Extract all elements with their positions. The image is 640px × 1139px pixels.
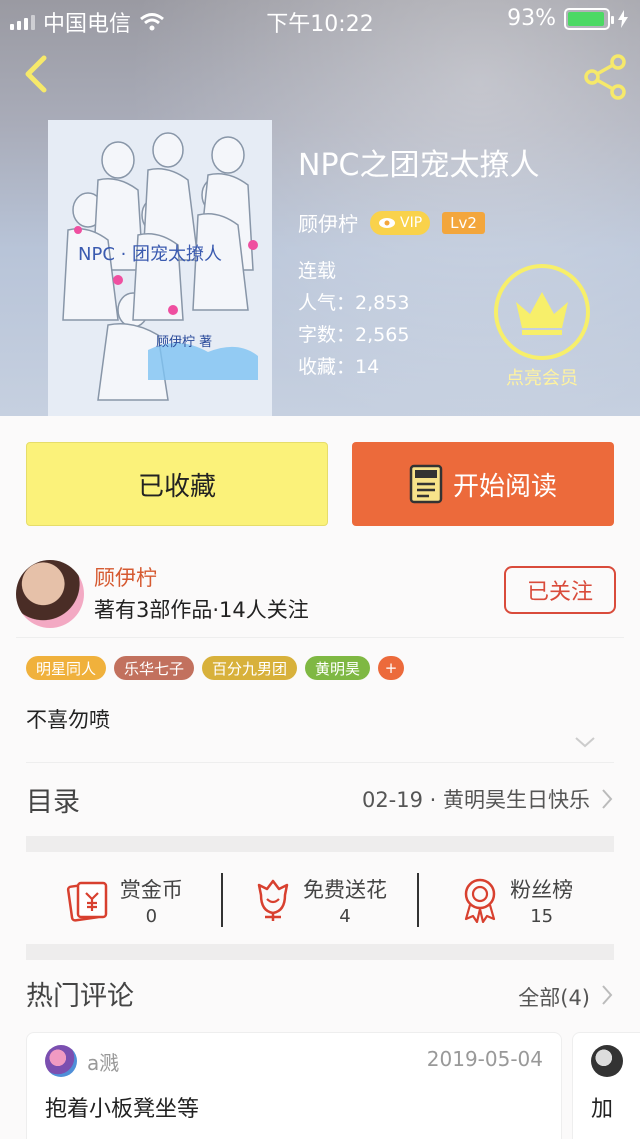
- reward-coins[interactable]: 赏金币 0: [26, 856, 221, 944]
- popularity-label: 人气：: [298, 292, 356, 314]
- ranking-text: 粉丝榜 15: [510, 874, 573, 927]
- battery-percent: 93%: [507, 6, 556, 31]
- all-comments-link[interactable]: 全部(4): [518, 982, 590, 1012]
- tag[interactable]: 乐华七子: [114, 656, 195, 680]
- book-title: NPC之团宠太撩人: [298, 148, 540, 183]
- member-ring: [494, 264, 590, 360]
- tag[interactable]: 黄明昊: [305, 656, 371, 680]
- level-badge: Lv2: [442, 211, 485, 234]
- support-stats: 赏金币 0 免费送花 4 粉丝榜 15: [26, 856, 614, 944]
- book-author-line: 顾伊柠 VIP Lv2: [298, 208, 628, 237]
- share-icon: [584, 54, 626, 100]
- book-icon: [409, 464, 443, 504]
- more-tags-button[interactable]: +: [378, 656, 405, 680]
- collect-value: 14: [355, 356, 380, 378]
- start-reading-button[interactable]: 开始阅读: [352, 442, 614, 526]
- comment-card[interactable]: a溅 2019-05-04 抱着小板凳坐等: [26, 1032, 562, 1139]
- book-header: 中国电信 下午10:22 93% NPC · 团宠太撩人 顾伊柠 著 NPC之团…: [0, 0, 640, 416]
- svg-text:顾伊柠 著: 顾伊柠 著: [156, 335, 212, 350]
- commenter-avatar[interactable]: [591, 1045, 623, 1077]
- chevron-right-icon: [602, 789, 613, 809]
- toc-label: 目录: [26, 787, 80, 818]
- comment-text: 加: [591, 1097, 614, 1122]
- coin-envelope-icon: [66, 881, 108, 922]
- favorited-button[interactable]: 已收藏: [26, 442, 328, 526]
- battery-icon: [564, 7, 614, 30]
- cover-illustration: NPC · 团宠太撩人 顾伊柠 著: [48, 120, 272, 416]
- charging-icon: [618, 9, 628, 28]
- reward-text: 赏金币 0: [120, 874, 183, 927]
- vip-badge: VIP: [370, 210, 431, 235]
- collect-label: 收藏：: [298, 356, 356, 378]
- share-button[interactable]: [580, 52, 630, 102]
- hot-comments-label: 热门评论: [26, 981, 134, 1012]
- author-card[interactable]: 顾伊柠 著有3部作品·14人关注 已关注: [16, 560, 624, 638]
- chevron-left-icon: [25, 55, 47, 93]
- book-author[interactable]: 顾伊柠: [298, 208, 358, 237]
- comment-date: 2019-05-04: [426, 1047, 543, 1071]
- reward-title: 赏金币: [119, 877, 183, 902]
- free-flowers[interactable]: 免费送花 4: [223, 856, 418, 944]
- flower-title: 免费送花: [303, 877, 387, 902]
- chevron-down-icon: [575, 737, 595, 748]
- words-label: 字数：: [298, 324, 356, 346]
- svg-text:NPC · 团宠太撩人: NPC · 团宠太撩人: [78, 244, 222, 265]
- tag[interactable]: 百分九男团: [202, 656, 298, 680]
- follow-button[interactable]: 已关注: [504, 566, 616, 614]
- expand-intro-button[interactable]: [574, 734, 596, 753]
- hot-comments-header[interactable]: 热门评论 全部(4): [26, 972, 614, 1020]
- status-bar: 中国电信 下午10:22 93%: [0, 0, 640, 40]
- book-intro: 不喜勿喷: [26, 708, 110, 732]
- section-separator: [26, 944, 614, 960]
- author-name[interactable]: 顾伊柠: [94, 562, 157, 592]
- commenter-name: a溅: [87, 1051, 120, 1075]
- divider: [26, 762, 614, 763]
- back-button[interactable]: [18, 52, 58, 96]
- flower-count: 4: [339, 905, 351, 927]
- latest-chapter: 02-19 · 黄明昊生日快乐: [361, 788, 590, 812]
- ranking-title: 粉丝榜: [510, 877, 574, 902]
- commenter-avatar[interactable]: [45, 1045, 77, 1077]
- author-stats: 著有3部作品·14人关注: [94, 598, 309, 622]
- action-buttons: 已收藏 开始阅读: [26, 442, 614, 526]
- crown-icon: [516, 292, 568, 335]
- flower-text: 免费送花 4: [303, 874, 387, 927]
- comment-text: 抱着小板凳坐等: [45, 1097, 200, 1122]
- section-separator: [26, 836, 614, 852]
- tag-list: 明星同人 乐华七子 百分九男团 黄明昊 +: [26, 656, 405, 680]
- book-cover[interactable]: NPC · 团宠太撩人 顾伊柠 著: [48, 120, 272, 416]
- flower-icon: [257, 879, 289, 921]
- ranking-count: 15: [530, 905, 554, 927]
- fan-ranking[interactable]: 粉丝榜 15: [419, 856, 614, 944]
- member-label: 点亮会员: [506, 368, 578, 389]
- reward-count: 0: [145, 905, 158, 927]
- member-button[interactable]: 点亮会员: [492, 264, 592, 390]
- author-avatar[interactable]: [16, 560, 84, 628]
- tag[interactable]: 明星同人: [26, 656, 107, 680]
- vip-label: VIP: [400, 214, 423, 231]
- comment-card[interactable]: 加: [572, 1032, 640, 1139]
- table-of-contents-row[interactable]: 目录 02-19 · 黄明昊生日快乐: [26, 768, 614, 832]
- chevron-right-icon: [602, 985, 613, 1005]
- badge-ribbon-icon: [464, 878, 496, 923]
- eye-icon: [379, 217, 395, 228]
- start-reading-label: 开始阅读: [452, 471, 557, 502]
- book-detail-content: 已收藏 开始阅读 顾伊柠 著有3部作品·14人关注 已关注 明星同人 乐华七子 …: [0, 416, 640, 1139]
- status-right: 93%: [507, 6, 628, 31]
- words-value: 2,565: [355, 324, 410, 346]
- popularity-value: 2,853: [355, 292, 410, 314]
